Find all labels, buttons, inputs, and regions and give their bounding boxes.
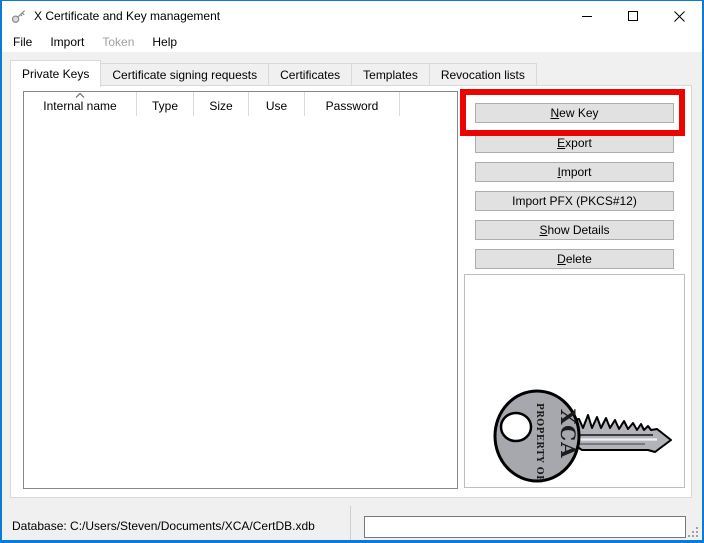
new-key-button[interactable]: New Key — [475, 103, 674, 123]
tab-revocation-lists[interactable]: Revocation lists — [430, 63, 537, 86]
svg-text:PROPERTY OF: PROPERTY OF — [534, 403, 544, 482]
column-header-password[interactable]: Password — [305, 92, 400, 116]
tab-templates[interactable]: Templates — [352, 63, 430, 86]
export-button[interactable]: Export — [475, 133, 674, 153]
column-header-internal-name[interactable]: Internal name — [24, 92, 137, 116]
tab-certificates[interactable]: Certificates — [269, 63, 352, 86]
tab-private-keys[interactable]: Private Keys — [10, 60, 101, 87]
status-bar: Database: C:/Users/Steven/Documents/XCA/… — [2, 497, 702, 540]
database-path-label: Database: C:/Users/Steven/Documents/XCA/… — [12, 519, 315, 533]
app-key-icon — [10, 7, 28, 25]
import-pfx-button[interactable]: Import PFX (PKCS#12) — [475, 191, 674, 211]
column-header-type[interactable]: Type — [137, 92, 194, 116]
title-bar: X Certificate and Key management — [2, 1, 702, 31]
xca-window: X Certificate and Key management File Im… — [0, 0, 704, 543]
column-header-size[interactable]: Size — [194, 92, 249, 116]
svg-text:XCA: XCA — [556, 409, 580, 459]
maximize-icon — [628, 11, 638, 21]
window-title: X Certificate and Key management — [34, 9, 220, 23]
menu-bar: File Import Token Help — [2, 31, 702, 52]
maximize-button[interactable] — [610, 1, 656, 31]
close-button[interactable] — [656, 1, 702, 31]
menu-token: Token — [93, 33, 143, 51]
xca-key-logo: PROPERTY OF XCA — [487, 381, 677, 486]
table-body-empty — [24, 116, 457, 488]
minimize-button[interactable] — [564, 1, 610, 31]
private-keys-table: Internal name Type Size Use Password — [23, 91, 458, 489]
delete-button[interactable]: Delete — [475, 249, 674, 269]
column-header-use[interactable]: Use — [249, 92, 305, 116]
menu-help[interactable]: Help — [143, 33, 186, 51]
menu-file[interactable]: File — [4, 33, 41, 51]
logo-panel: PROPERTY OF XCA — [464, 274, 685, 488]
import-button[interactable]: Import — [475, 162, 674, 182]
sort-ascending-icon — [76, 93, 85, 98]
show-details-button[interactable]: Show Details — [475, 220, 674, 240]
minimize-icon — [582, 11, 592, 21]
tab-strip: Private Keys Certificate signing request… — [10, 57, 537, 86]
menu-import[interactable]: Import — [41, 33, 93, 51]
resize-grip[interactable] — [688, 527, 699, 538]
column-header-spacer — [400, 92, 457, 116]
tab-certificate-signing-requests[interactable]: Certificate signing requests — [101, 63, 269, 86]
statusbar-separator — [350, 506, 351, 540]
search-input[interactable] — [364, 516, 686, 538]
table-header-row: Internal name Type Size Use Password — [24, 92, 457, 116]
close-icon — [674, 11, 685, 22]
